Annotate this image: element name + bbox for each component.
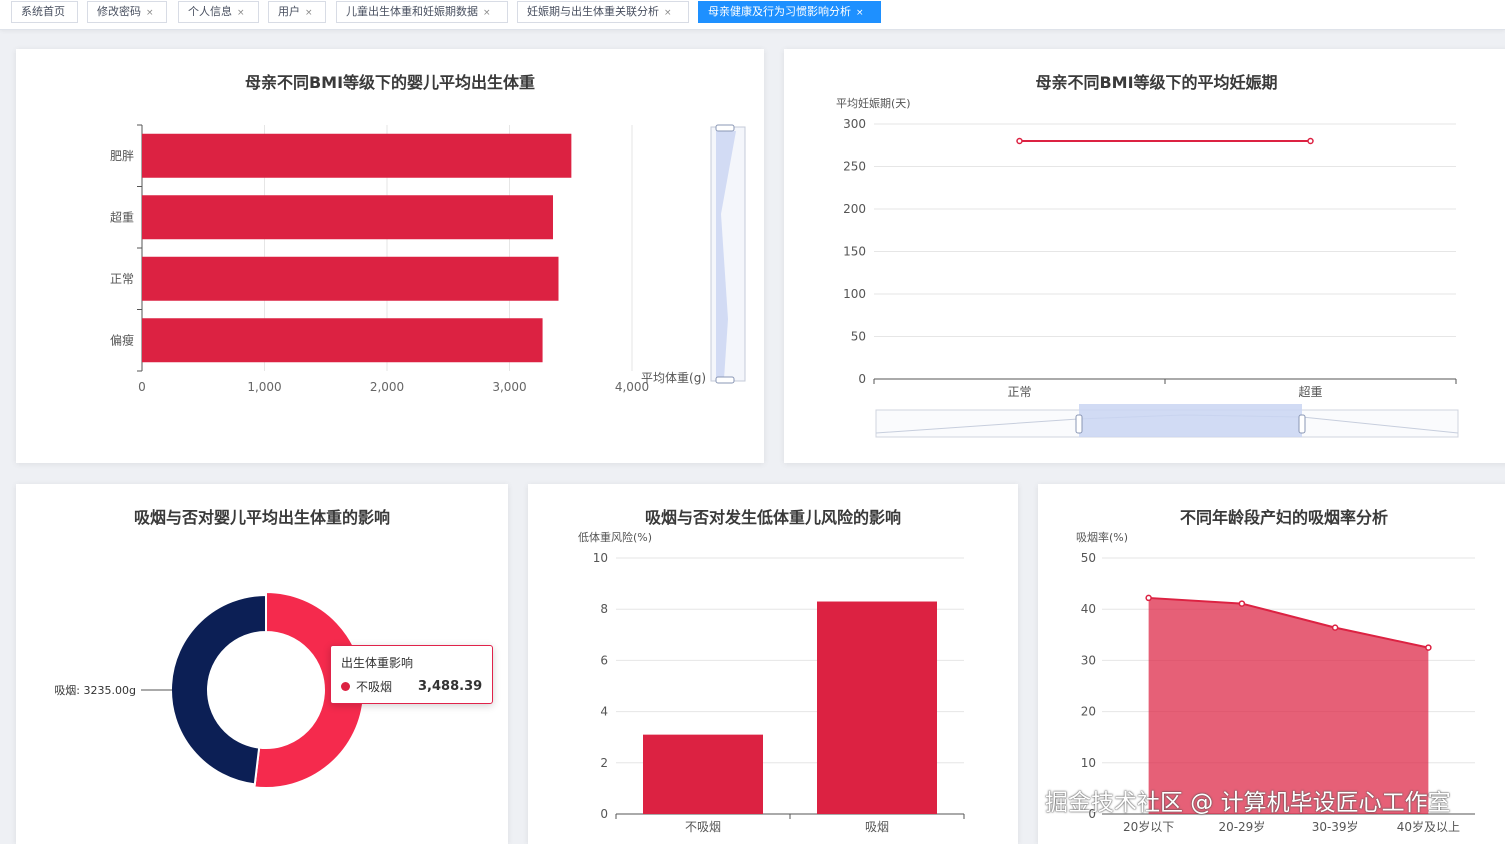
bar (817, 601, 937, 814)
zoom-handle-right (1298, 414, 1306, 434)
y-tick-label: 250 (843, 160, 866, 174)
y-tick-label: 30 (1081, 653, 1096, 667)
x-tick-label: 20-29岁 (1218, 819, 1265, 834)
tab-label: 妊娠期与出生体重关联分析 (527, 5, 659, 18)
x-tick-label: 1,000 (247, 380, 281, 394)
x-tick-label: 正常 (1007, 385, 1031, 399)
close-icon[interactable]: × (664, 8, 672, 18)
close-icon[interactable]: × (237, 8, 245, 18)
tab-home[interactable]: 系统首页 (11, 1, 78, 23)
y-tick-label: 10 (1081, 756, 1096, 770)
tab-gestation-analysis[interactable]: 妊娠期与出生体重关联分析 × (517, 1, 689, 23)
close-icon[interactable]: × (483, 8, 491, 18)
tab-child-data[interactable]: 儿童出生体重和妊娠期数据 × (336, 1, 508, 23)
x-tick-label: 30-39岁 (1312, 819, 1359, 834)
chart-tooltip: 出生体重影响 不吸烟 3,488.39 (330, 645, 494, 704)
zoom-slider-fill (1079, 404, 1302, 437)
tab-label: 修改密码 (97, 5, 141, 18)
y-tick-label: 50 (851, 330, 866, 344)
x-tick-label: 40岁及以上 (1397, 819, 1460, 834)
y-tick-label: 肥胖 (110, 149, 134, 163)
tooltip-title: 出生体重影响 (341, 656, 414, 670)
close-icon[interactable]: × (856, 8, 864, 18)
y-tick-label: 100 (843, 287, 866, 301)
data-point (1238, 600, 1246, 607)
bar (142, 256, 559, 301)
y-tick-label: 8 (600, 602, 608, 616)
tab-label: 用户 (278, 5, 300, 18)
y-tick-label: 10 (593, 551, 608, 565)
y-tick-label: 4 (600, 705, 608, 719)
y-tick-label: 偏瘦 (110, 332, 134, 347)
y-tick-label: 40 (1081, 602, 1096, 616)
tab-profile[interactable]: 个人信息 × (178, 1, 259, 23)
tooltip-value: 3,488.39 (418, 679, 483, 694)
low-weight-risk-chart: 低体重风险(%) 0 2 4 6 8 10 不吸烟 吸烟 (578, 530, 965, 834)
watermark: 掘金技术社区 @ 计算机毕设匠心工作室 (1045, 790, 1451, 816)
series-area (1148, 597, 1429, 814)
tab-label: 母亲健康及行为习惯影响分析 (708, 5, 851, 18)
zoom-handle-left (1075, 414, 1083, 434)
tab-mother-health-analysis[interactable]: 母亲健康及行为习惯影响分析 × (698, 1, 881, 23)
y-tick-label: 50 (1081, 551, 1096, 565)
y-tick-label: 0 (600, 807, 608, 821)
tooltip-series-name: 不吸烟 (356, 680, 393, 694)
close-icon[interactable]: × (305, 8, 313, 18)
tab-label: 系统首页 (21, 5, 65, 18)
x-tick-label: 0 (138, 380, 146, 394)
zoom-handle-top (715, 124, 735, 132)
legend-dot-icon (341, 682, 350, 691)
tab-users[interactable]: 用户 × (268, 1, 326, 23)
zoom-handle-bottom (715, 376, 735, 384)
x-tick-label: 不吸烟 (685, 820, 721, 834)
pie-slice (170, 593, 267, 786)
bar (643, 734, 763, 814)
y-tick-label: 6 (600, 653, 608, 667)
y-axis-label: 低体重风险(%) (578, 530, 652, 544)
bar (142, 195, 553, 240)
bar (142, 318, 543, 363)
data-point (1145, 594, 1152, 602)
x-tick-label: 20岁以下 (1123, 819, 1174, 834)
y-axis-label: 平均妊娠期(天) (836, 96, 911, 110)
x-tick-label: 2,000 (370, 380, 404, 394)
data-point (1307, 137, 1314, 145)
y-tick-label: 20 (1081, 705, 1096, 719)
y-tick-label: 150 (843, 245, 866, 259)
bar (142, 133, 572, 178)
y-tick-label: 正常 (110, 272, 134, 286)
data-point (1331, 624, 1339, 631)
tab-label: 个人信息 (188, 5, 232, 18)
card-smoking-birth-weight: 吸烟与否对婴儿平均出生体重的影响 吸烟: 3235.00g 出生体重影响 不吸烟… (16, 484, 508, 844)
data-point (1425, 644, 1432, 651)
x-axis-label: 平均体重(g) (641, 371, 706, 385)
close-icon[interactable]: × (146, 8, 154, 18)
data-point (1016, 137, 1023, 145)
card-bmi-birth-weight: 母亲不同BMI等级下的婴儿平均出生体重 0 1,000 2,000 3,000 4,00… (16, 49, 764, 463)
tab-label: 儿童出生体重和妊娠期数据 (346, 5, 478, 18)
card-bmi-gestation: 母亲不同BMI等级下的平均妊娠期 平均妊娠期(天) 0 50 100 150 200 250… (784, 49, 1505, 463)
y-tick-label: 2 (600, 756, 608, 770)
y-tick-label: 0 (858, 372, 866, 386)
slice-label: 吸烟: 3235.00g (54, 683, 136, 697)
tab-bar: 系统首页 修改密码 × 个人信息 × 用户 × 儿童出生体重和妊娠期数据 × 妊娠期与出… (0, 0, 1505, 30)
x-tick-label: 吸烟 (865, 820, 889, 834)
y-axis-label: 吸烟率(%) (1076, 530, 1128, 544)
tab-change-password[interactable]: 修改密码 × (87, 1, 167, 23)
x-tick-label: 超重 (1298, 384, 1322, 399)
bmi-gestation-chart: 平均妊娠期(天) 0 50 100 150 200 250 300 正常 超重 (836, 96, 1459, 438)
x-tick-label: 3,000 (492, 380, 526, 394)
bmi-birth-weight-chart: 0 1,000 2,000 3,000 4,000肥胖超重正常偏瘦平均体重(g) (110, 124, 746, 394)
y-tick-label: 200 (843, 202, 866, 216)
card-smoking-low-weight-risk: 吸烟与否对发生低体重儿风险的影响 低体重风险(%) 0 2 4 6 8 10 不吸烟 吸烟 (528, 484, 1018, 844)
y-tick-label: 超重 (110, 209, 134, 224)
y-tick-label: 300 (843, 117, 866, 131)
